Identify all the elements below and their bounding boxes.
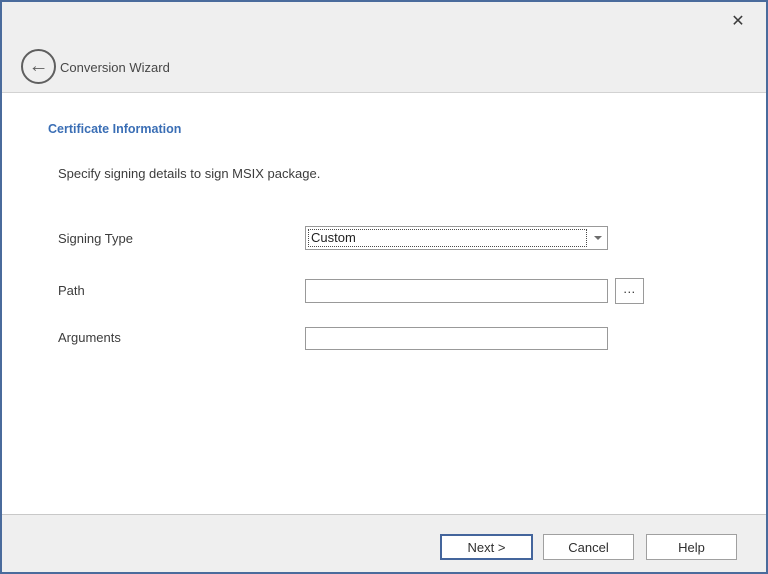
cancel-button[interactable]: Cancel (543, 534, 634, 560)
chevron-down-icon (594, 236, 602, 240)
wizard-title: Conversion Wizard (60, 60, 170, 75)
arguments-label: Arguments (58, 330, 121, 345)
conversion-wizard-window: ✕ ← Conversion Wizard Certificate Inform… (0, 0, 768, 574)
signing-type-selected-value: Custom (308, 229, 587, 247)
arguments-input[interactable] (305, 327, 608, 350)
help-button[interactable]: Help (646, 534, 737, 560)
signing-type-dropdown[interactable]: Custom (305, 226, 608, 250)
wizard-footer: Next > Cancel Help (2, 514, 766, 572)
next-button[interactable]: Next > (440, 534, 533, 560)
path-label: Path (58, 283, 85, 298)
dropdown-arrow-button[interactable] (588, 227, 607, 249)
path-input[interactable] (305, 279, 608, 303)
wizard-header: ✕ ← Conversion Wizard (2, 2, 766, 93)
close-icon[interactable]: ✕ (726, 9, 750, 33)
page-title: Certificate Information (48, 122, 181, 136)
signing-type-label: Signing Type (58, 231, 133, 246)
back-arrow-icon: ← (29, 56, 49, 76)
page-description: Specify signing details to sign MSIX pac… (58, 166, 320, 181)
back-button[interactable]: ← (21, 49, 56, 84)
browse-button[interactable]: ... (615, 278, 644, 304)
